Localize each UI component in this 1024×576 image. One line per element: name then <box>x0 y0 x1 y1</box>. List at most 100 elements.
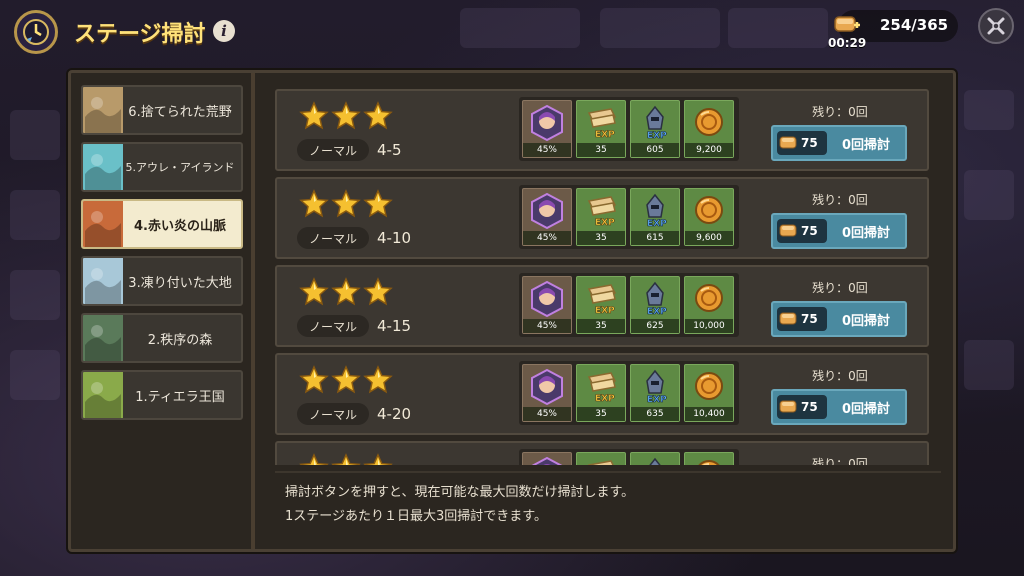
difficulty-badge: ノーマル <box>297 315 369 337</box>
hero-portrait-icon <box>527 101 567 147</box>
reward-amount: 35 <box>577 143 625 157</box>
sweep-button-label: 0回掃討 <box>841 225 891 241</box>
stamina-bread-icon <box>779 310 797 329</box>
bg-side-tile <box>10 350 60 400</box>
bg-side-tile <box>964 90 1014 130</box>
top-bar: ステージ掃討 i 254/365 00:29 <box>0 0 1024 64</box>
svg-text:EXP: EXP <box>595 130 615 140</box>
sidebar-item-label: 3.凍り付いた大地 <box>128 275 232 291</box>
reward-amount: 35 <box>577 407 625 421</box>
stage-list[interactable]: ノーマル 4-5 45% EXP 35 EXP 605 9,200 残り：0回 75 0回掃討 ノーマ… <box>275 89 941 465</box>
reward-item[interactable]: 45% <box>522 188 572 246</box>
reward-amount: 45% <box>523 231 571 245</box>
close-icon <box>987 17 1005 35</box>
sweep-cost: 75 <box>777 307 827 331</box>
reward-item[interactable]: 10,000 <box>684 276 734 334</box>
reward-item[interactable]: 9,600 <box>684 188 734 246</box>
sweep-button[interactable]: 75 0回掃討 <box>771 301 907 337</box>
exp-scroll-icon: EXP <box>581 365 621 411</box>
sidebar-item-world-3[interactable]: 3.凍り付いた大地 <box>81 256 243 306</box>
sidebar-item-label: 6.捨てられた荒野 <box>128 104 232 120</box>
info-icon[interactable]: i <box>213 20 235 42</box>
difficulty-badge: ノーマル <box>297 227 369 249</box>
star-rating <box>299 189 393 223</box>
world-thumbnail-icon <box>83 201 123 247</box>
stamina-bread-icon <box>779 222 797 241</box>
star-rating <box>299 365 393 399</box>
sidebar-item-world-2[interactable]: 2.秩序の森 <box>81 313 243 363</box>
reward-item[interactable]: EXP 35 <box>576 100 626 158</box>
reward-amount: 45% <box>523 143 571 157</box>
close-button[interactable] <box>978 8 1014 44</box>
exp-knight-icon: EXP <box>635 101 675 147</box>
sweep-button[interactable]: 75 0回掃討 <box>771 125 907 161</box>
exp-knight-icon: EXP <box>635 453 675 465</box>
sweep-cost-value: 75 <box>801 136 818 150</box>
sidebar-item-label: 5.アウレ・アイランド <box>125 161 235 174</box>
reward-item[interactable]: EXP 615 <box>630 188 680 246</box>
reward-item[interactable]: EXP <box>576 452 626 465</box>
reward-amount: 35 <box>577 319 625 333</box>
svg-text:EXP: EXP <box>595 306 615 316</box>
reward-item[interactable]: 10,400 <box>684 364 734 422</box>
reward-list: EXP EXP <box>519 449 739 465</box>
reward-item[interactable]: EXP 35 <box>576 364 626 422</box>
hero-portrait-icon <box>527 189 567 235</box>
star-icon <box>299 277 329 311</box>
sweep-controls: 残り：0回 75 0回掃討 <box>765 185 915 251</box>
reward-item[interactable]: EXP 35 <box>576 188 626 246</box>
sidebar-item-world-4[interactable]: 4.赤い炎の山脈 <box>81 199 243 249</box>
star-rating <box>299 277 393 311</box>
reward-amount: 10,000 <box>685 319 733 333</box>
stage-row: ノーマル 4-20 45% EXP 35 EXP 635 10,400 残り：0回 75 0回掃討 <box>275 353 929 435</box>
sweep-button[interactable]: 75 0回掃討 <box>771 389 907 425</box>
star-icon <box>363 277 393 311</box>
star-icon <box>299 101 329 135</box>
exp-knight-icon: EXP <box>635 189 675 235</box>
reward-item[interactable]: EXP 605 <box>630 100 680 158</box>
reward-amount: 605 <box>631 143 679 157</box>
star-icon <box>331 277 361 311</box>
reward-amount: 635 <box>631 407 679 421</box>
reward-item[interactable]: EXP 35 <box>576 276 626 334</box>
bg-side-tile <box>10 110 60 160</box>
reward-item[interactable]: 45% <box>522 364 572 422</box>
gold-coin-icon <box>689 277 729 323</box>
sweep-cost-value: 75 <box>801 312 818 326</box>
reward-item[interactable]: 45% <box>522 276 572 334</box>
sweep-cost-value: 75 <box>801 400 818 414</box>
reward-amount: 10,400 <box>685 407 733 421</box>
sweep-button[interactable]: 75 0回掃討 <box>771 213 907 249</box>
star-icon <box>299 453 329 465</box>
exp-knight-icon: EXP <box>635 365 675 411</box>
sweep-controls: 残り：0回 75 0回掃討 <box>765 97 915 163</box>
sidebar-item-world-5[interactable]: 5.アウレ・アイランド <box>81 142 243 192</box>
sweep-controls: 残り：0回 75 0回掃討 <box>765 273 915 339</box>
difficulty-badge: ノーマル <box>297 403 369 425</box>
stamina-bread-icon <box>779 134 797 153</box>
exp-knight-icon: EXP <box>635 277 675 323</box>
sidebar-item-world-6[interactable]: 6.捨てられた荒野 <box>81 85 243 135</box>
svg-text:EXP: EXP <box>647 395 667 405</box>
sweep-clock-icon <box>14 10 58 54</box>
reward-item[interactable]: EXP 635 <box>630 364 680 422</box>
sweep-button-label: 0回掃討 <box>841 401 891 417</box>
reward-item[interactable]: EXP 625 <box>630 276 680 334</box>
bg-side-tile <box>964 170 1014 220</box>
stamina-timer: 00:29 <box>828 36 867 50</box>
sweep-notes: 掃討ボタンを押すと、現在可能な最大回数だけ掃討します。 1ステージあたり１日最大… <box>275 481 935 541</box>
stamina-value: 254/365 <box>880 16 949 34</box>
reward-item[interactable]: EXP <box>630 452 680 465</box>
reward-item[interactable] <box>522 452 572 465</box>
bg-side-tile <box>10 270 60 320</box>
stamina-bread-icon[interactable] <box>832 12 862 36</box>
reward-item[interactable]: 45% <box>522 100 572 158</box>
sidebar-item-world-1[interactable]: 1.ティエラ王国 <box>81 370 243 420</box>
world-thumbnail-icon <box>83 258 123 304</box>
star-icon <box>299 189 329 223</box>
stage-number: 4-5 <box>377 141 402 159</box>
reward-item[interactable]: 9,200 <box>684 100 734 158</box>
gold-coin-icon <box>689 189 729 235</box>
reward-item[interactable] <box>684 452 734 465</box>
world-thumbnail-icon <box>83 372 123 418</box>
